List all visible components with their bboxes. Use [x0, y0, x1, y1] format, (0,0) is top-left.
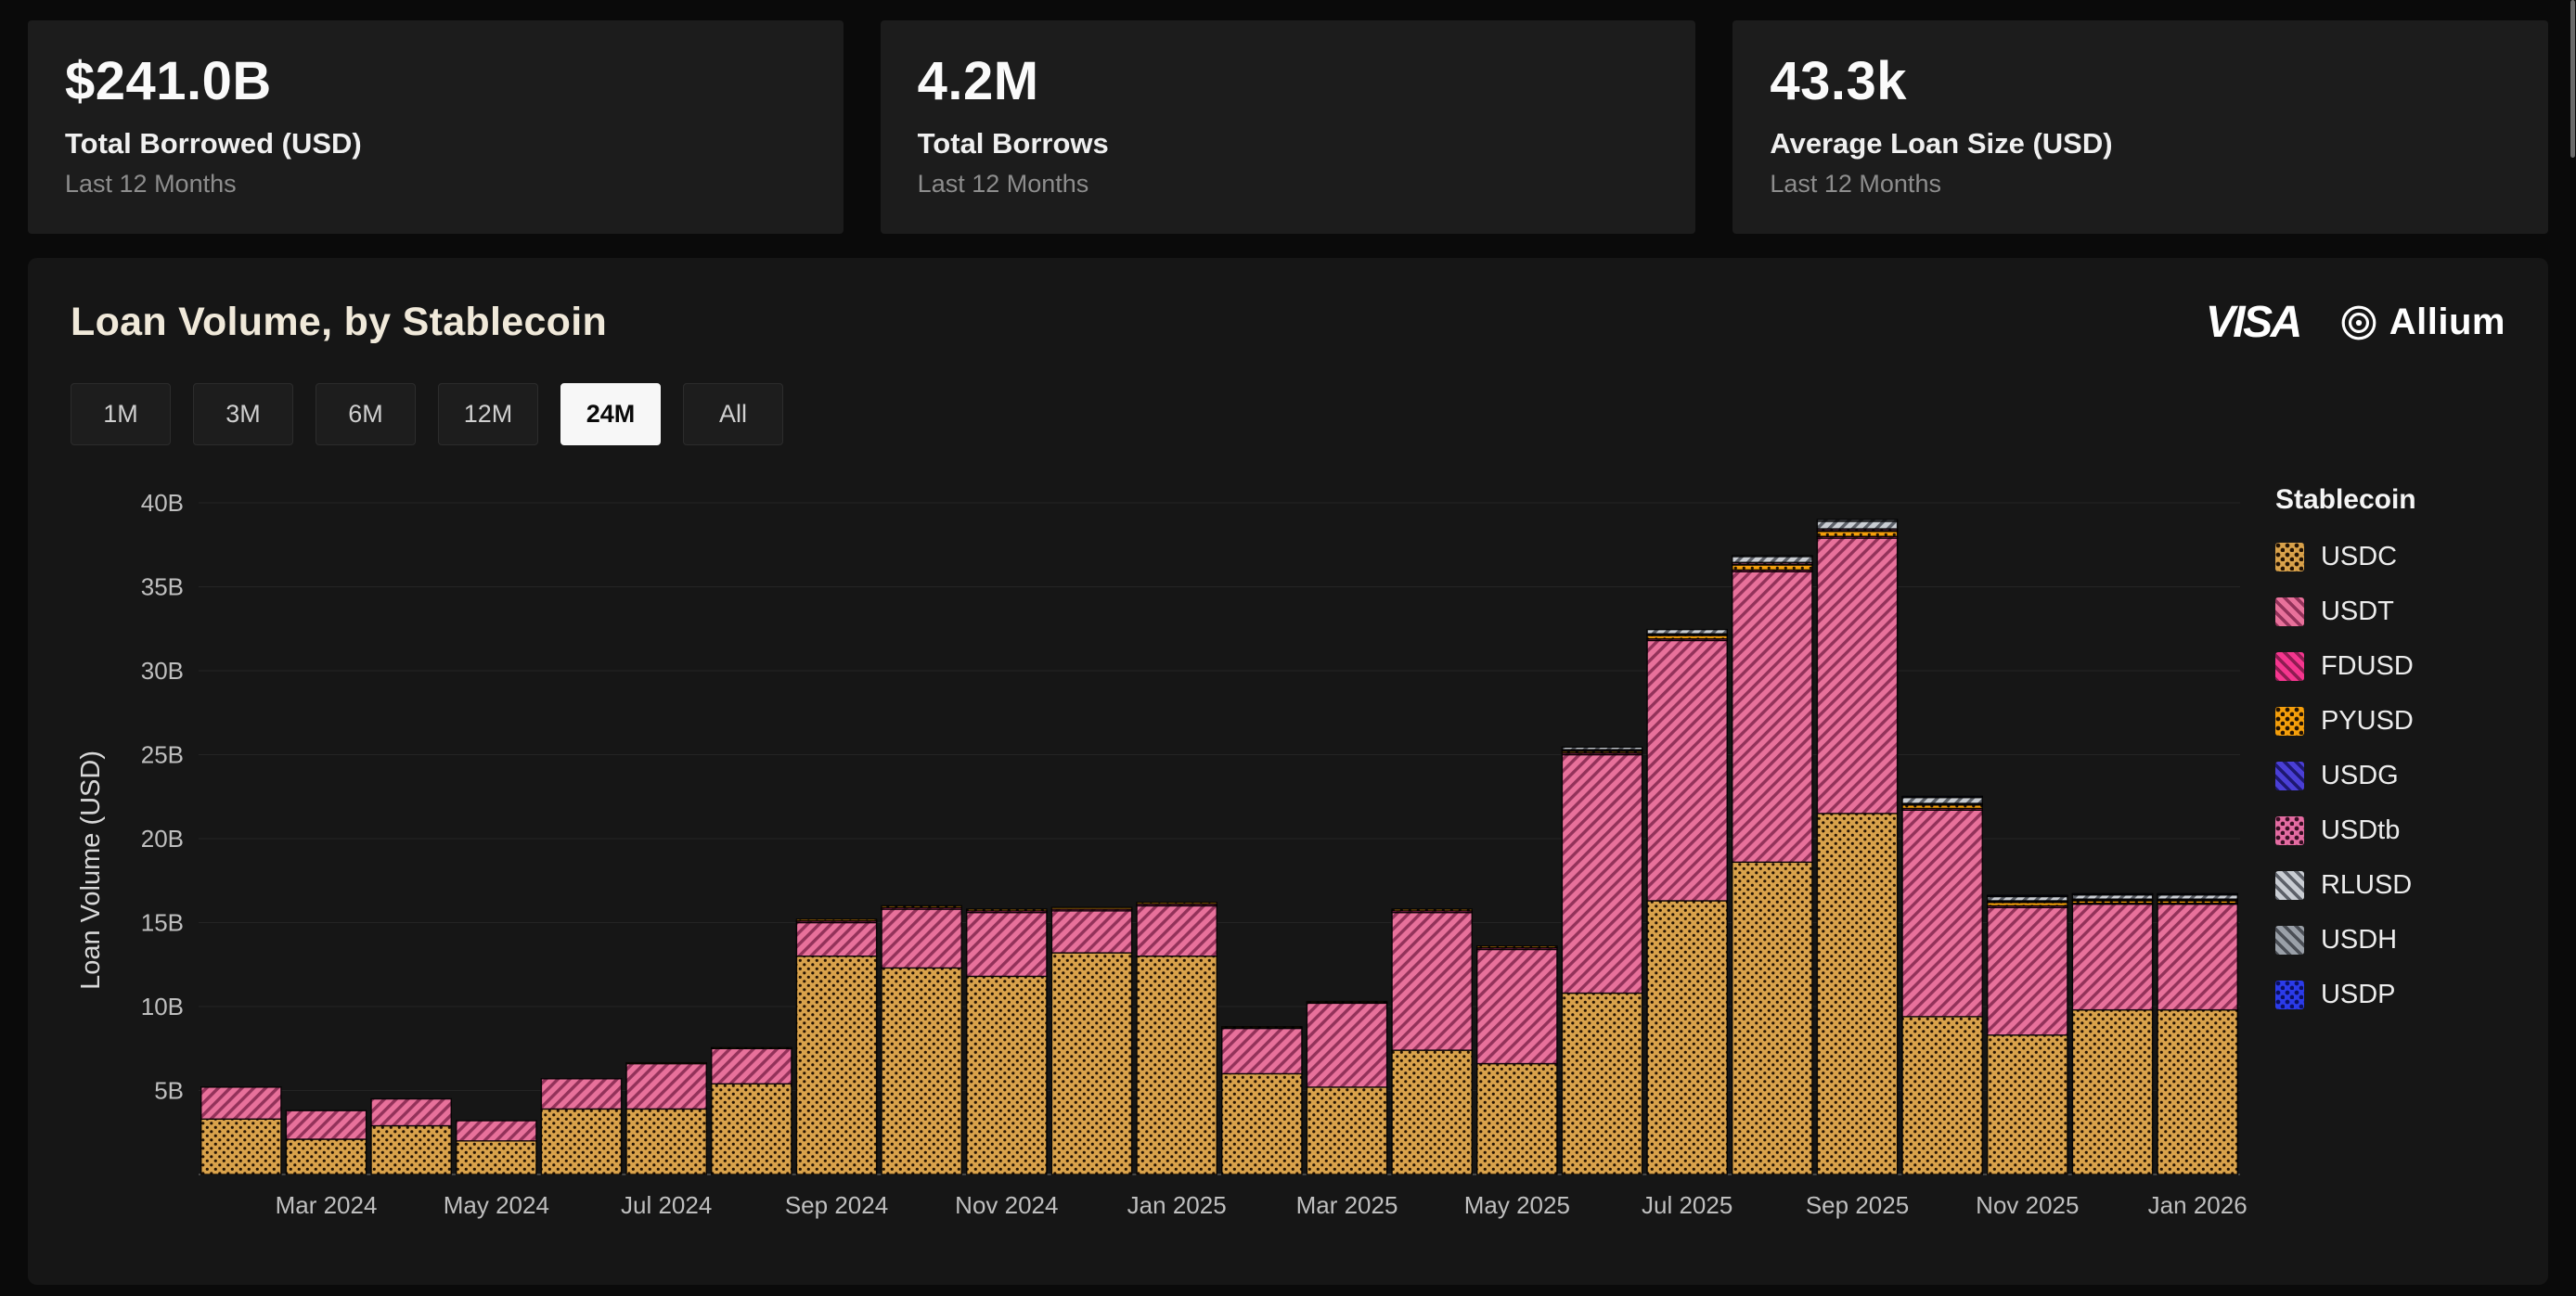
range-button-12m[interactable]: 12M — [438, 383, 538, 445]
svg-text:5B: 5B — [154, 1077, 184, 1105]
legend-swatch-usdg — [2275, 762, 2304, 790]
legend-item-pyusd[interactable]: PYUSD — [2275, 706, 2505, 737]
legend-swatch-usdh — [2275, 926, 2304, 955]
svg-text:Nov 2024: Nov 2024 — [955, 1191, 1058, 1219]
stat-subtitle: Last 12 Months — [65, 170, 806, 199]
legend-swatch-usdp — [2275, 981, 2304, 1009]
legend: Stablecoin USDC USDT FDUSD PYUSD USDG USDtb RL… — [2248, 482, 2505, 1257]
legend-label: USDtb — [2321, 815, 2400, 846]
loan-volume-chart[interactable]: 5B 10B 15B 20B 25B 30B 35B 40B Mar 2024 May 2024 J… — [113, 482, 2248, 1234]
legend-item-usdh[interactable]: USDH — [2275, 925, 2505, 956]
allium-logo-text: Allium — [2389, 302, 2505, 343]
stat-card-average-loan-size: 43.3k Average Loan Size (USD) Last 12 Mo… — [1732, 20, 2548, 234]
svg-text:20B: 20B — [141, 825, 184, 853]
svg-text:Jan 2026: Jan 2026 — [2148, 1191, 2248, 1219]
legend-swatch-usdc — [2275, 543, 2304, 571]
legend-label: USDP — [2321, 980, 2396, 1010]
svg-text:Sep 2025: Sep 2025 — [1806, 1191, 1909, 1219]
allium-logo-icon — [2339, 303, 2378, 342]
legend-swatch-usdt — [2275, 597, 2304, 626]
stat-subtitle: Last 12 Months — [1770, 170, 2511, 199]
time-range-buttons: 1M 3M 6M 12M 24M All — [71, 383, 2505, 445]
svg-text:May 2025: May 2025 — [1464, 1191, 1570, 1219]
stat-card-total-borrowed: $241.0B Total Borrowed (USD) Last 12 Mon… — [28, 20, 844, 234]
stat-value: 4.2M — [918, 50, 1659, 112]
legend-label: USDH — [2321, 925, 2397, 956]
stat-label: Total Borrowed (USD) — [65, 127, 806, 160]
range-button-6m[interactable]: 6M — [316, 383, 416, 445]
allium-logo: Allium — [2339, 302, 2505, 343]
stat-label: Total Borrows — [918, 127, 1659, 160]
legend-label: USDC — [2321, 542, 2397, 572]
svg-text:Jul 2025: Jul 2025 — [1642, 1191, 1732, 1219]
svg-text:Mar 2025: Mar 2025 — [1296, 1191, 1398, 1219]
legend-label: USDG — [2321, 761, 2399, 791]
range-button-3m[interactable]: 3M — [193, 383, 293, 445]
panel-header: Loan Volume, by Stablecoin VISA Allium — [71, 297, 2505, 348]
legend-item-fdusd[interactable]: FDUSD — [2275, 651, 2505, 682]
svg-text:Nov 2025: Nov 2025 — [1976, 1191, 2079, 1219]
range-button-all[interactable]: All — [683, 383, 783, 445]
stat-label: Average Loan Size (USD) — [1770, 127, 2511, 160]
legend-swatch-rlusd — [2275, 871, 2304, 900]
stat-value: 43.3k — [1770, 50, 2511, 112]
svg-text:30B: 30B — [141, 657, 184, 685]
svg-text:25B: 25B — [141, 741, 184, 769]
chart-region: Loan Volume (USD) 5B 10B 15B 20B 25B 30B 35B 40… — [71, 482, 2505, 1257]
legend-item-usdg[interactable]: USDG — [2275, 761, 2505, 791]
page-title: Loan Volume, by Stablecoin — [71, 300, 607, 345]
legend-label: RLUSD — [2321, 870, 2412, 901]
loan-volume-panel: Loan Volume, by Stablecoin VISA Allium 1… — [28, 258, 2548, 1285]
range-button-24m[interactable]: 24M — [560, 383, 661, 445]
svg-text:10B: 10B — [141, 993, 184, 1020]
brand-logos: VISA Allium — [2206, 297, 2505, 348]
legend-swatch-usdtb — [2275, 816, 2304, 845]
stat-subtitle: Last 12 Months — [918, 170, 1659, 199]
visa-logo: VISA — [2206, 297, 2300, 348]
legend-label: PYUSD — [2321, 706, 2414, 737]
stat-cards-row: $241.0B Total Borrowed (USD) Last 12 Mon… — [28, 20, 2548, 234]
svg-text:Sep 2024: Sep 2024 — [785, 1191, 888, 1219]
svg-text:40B: 40B — [141, 489, 184, 517]
svg-text:May 2024: May 2024 — [444, 1191, 549, 1219]
svg-text:15B: 15B — [141, 909, 184, 937]
legend-label: FDUSD — [2321, 651, 2414, 682]
legend-item-usdt[interactable]: USDT — [2275, 597, 2505, 627]
svg-text:Jan 2025: Jan 2025 — [1127, 1191, 1227, 1219]
svg-text:Jul 2024: Jul 2024 — [621, 1191, 712, 1219]
legend-swatch-pyusd — [2275, 707, 2304, 736]
scrollbar-thumb[interactable] — [2570, 0, 2575, 158]
legend-items: USDC USDT FDUSD PYUSD USDG USDtb RLUSD USDH USDP — [2275, 542, 2505, 1010]
legend-swatch-fdusd — [2275, 652, 2304, 681]
legend-item-usdtb[interactable]: USDtb — [2275, 815, 2505, 846]
legend-title: Stablecoin — [2275, 484, 2505, 516]
legend-label: USDT — [2321, 597, 2394, 627]
stat-value: $241.0B — [65, 50, 806, 112]
y-axis-title: Loan Volume (USD) — [71, 482, 113, 1257]
range-button-1m[interactable]: 1M — [71, 383, 171, 445]
legend-item-rlusd[interactable]: RLUSD — [2275, 870, 2505, 901]
svg-text:Mar 2024: Mar 2024 — [276, 1191, 378, 1219]
legend-item-usdc[interactable]: USDC — [2275, 542, 2505, 572]
legend-item-usdp[interactable]: USDP — [2275, 980, 2505, 1010]
svg-text:35B: 35B — [141, 573, 184, 601]
chart-area: 5B 10B 15B 20B 25B 30B 35B 40B Mar 2024 May 2024 J… — [113, 482, 2248, 1257]
y-axis-title-text: Loan Volume (USD) — [76, 751, 107, 990]
stat-card-total-borrows: 4.2M Total Borrows Last 12 Months — [881, 20, 1696, 234]
dashboard-page: $241.0B Total Borrowed (USD) Last 12 Mon… — [0, 0, 2576, 1296]
